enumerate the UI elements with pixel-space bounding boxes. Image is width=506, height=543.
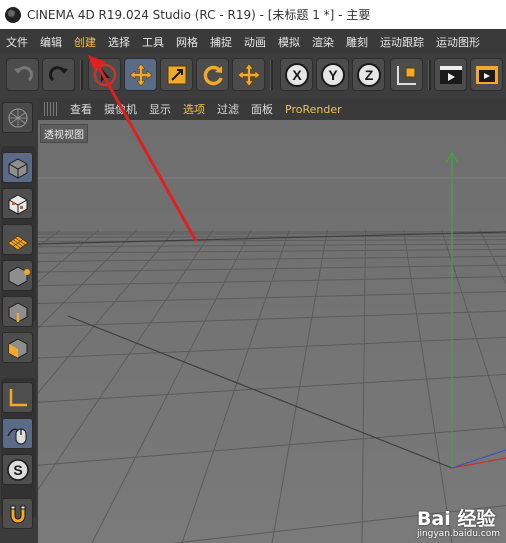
render-view-icon	[439, 65, 462, 84]
viewport-grid	[38, 120, 506, 543]
snap-button[interactable]: S	[2, 454, 33, 485]
menu-item[interactable]: 雕刻	[340, 34, 374, 50]
cinema4d-logo-icon	[5, 6, 21, 23]
menu-item[interactable]: 文件	[0, 34, 34, 50]
viewport-menu-item[interactable]: 选项	[177, 101, 211, 117]
menu-item[interactable]: 动画	[238, 34, 272, 50]
viewport-menu-item[interactable]: 显示	[143, 101, 177, 117]
redo-icon	[48, 65, 68, 81]
texture-mode-button[interactable]	[2, 188, 33, 219]
live-selection-button[interactable]	[88, 58, 121, 91]
viewport-menu-bar: 查看 摄像机 显示 选项 过滤 面板 ProRender	[38, 98, 506, 120]
redo-button[interactable]	[42, 58, 75, 91]
menu-item[interactable]: 运动图形	[430, 34, 486, 50]
magnet-button[interactable]	[2, 498, 33, 529]
menu-item[interactable]: 捕捉	[204, 34, 238, 50]
scale-tool-button[interactable]	[160, 58, 193, 91]
x-axis-lock-icon: X	[284, 62, 309, 87]
rotate-tool-button[interactable]	[196, 58, 229, 91]
workplane-mode-icon	[6, 234, 29, 251]
svg-text:X: X	[292, 67, 302, 83]
edges-mode-button[interactable]	[2, 296, 33, 327]
axis-mode-icon	[9, 388, 27, 406]
menu-item[interactable]: 创建	[68, 34, 102, 50]
rotate-icon	[203, 65, 223, 85]
left-mode-palette: S	[0, 98, 39, 543]
axis-mode-button[interactable]	[2, 382, 33, 413]
recent-tools-button[interactable]	[232, 58, 265, 91]
viewport-menu-item[interactable]: ProRender	[279, 103, 348, 116]
polygons-mode-button[interactable]	[2, 332, 33, 363]
render-picture-viewer-icon	[475, 65, 498, 84]
viewport-menu-item[interactable]: 面板	[245, 101, 279, 117]
viewport-label: 透视视图	[40, 124, 88, 143]
svg-text:Z: Z	[364, 67, 373, 83]
baidu-watermark: Bai 经验 jingyan.baidu.com	[417, 504, 500, 539]
tweak-mode-icon	[6, 428, 26, 444]
menu-item[interactable]: 工具	[136, 34, 170, 50]
y-axis-lock-button[interactable]: Y	[316, 58, 349, 91]
workplane-mode-button[interactable]	[2, 224, 33, 255]
make-editable-icon	[8, 108, 27, 127]
snap-icon: S	[6, 458, 29, 481]
polygons-mode-icon	[8, 337, 27, 359]
menu-item[interactable]: 渲染	[306, 34, 340, 50]
points-mode-button[interactable]	[2, 260, 33, 291]
z-axis-lock-icon: Z	[356, 62, 381, 87]
window-title: CINEMA 4D R19.024 Studio (RC - R19) - [未…	[27, 8, 371, 22]
watermark-url: jingyan.baidu.com	[416, 529, 500, 539]
watermark-brand: Bai 经验	[416, 508, 496, 530]
undo-button[interactable]	[6, 58, 39, 91]
make-editable-button[interactable]	[2, 102, 33, 133]
render-picture-viewer-button[interactable]	[470, 58, 503, 91]
z-axis-lock-button[interactable]: Z	[352, 58, 385, 91]
menu-item[interactable]: 运动跟踪	[374, 34, 430, 50]
menu-item[interactable]: 网格	[170, 34, 204, 50]
move-icon	[129, 63, 152, 86]
viewport-menu-item[interactable]: 过滤	[211, 101, 245, 117]
tweak-mode-button[interactable]	[2, 418, 33, 449]
toolbar-separator	[80, 60, 83, 90]
render-view-button[interactable]	[434, 58, 467, 91]
svg-text:S: S	[13, 462, 22, 478]
coordinate-system-button[interactable]	[390, 58, 423, 91]
menu-item[interactable]: 选择	[102, 34, 136, 50]
perspective-viewport[interactable]: 透视视图 Bai 经验 jingyan.baidu.com	[38, 120, 506, 543]
x-axis-lock-button[interactable]: X	[280, 58, 313, 91]
viewport-menu-item[interactable]: 摄像机	[98, 101, 143, 117]
title-bar: CINEMA 4D R19.024 Studio (RC - R19) - [未…	[0, 0, 506, 29]
live-selection-icon	[93, 63, 116, 86]
main-menu-bar: 文件 编辑 创建 选择 工具 网格 捕捉 动画 模拟 渲染 雕刻 运动跟踪 运动图形	[0, 29, 506, 54]
menu-item[interactable]: 模拟	[272, 34, 306, 50]
undo-icon	[13, 65, 33, 81]
menu-item[interactable]: 编辑	[34, 34, 68, 50]
toolbar-separator	[428, 60, 431, 90]
svg-text:Y: Y	[328, 67, 338, 83]
toolbar-separator	[270, 60, 273, 90]
panel-grip-icon[interactable]	[44, 102, 58, 116]
y-axis-lock-icon: Y	[320, 62, 345, 87]
scale-icon	[167, 65, 186, 84]
viewport-menu-item[interactable]: 查看	[64, 101, 98, 117]
magnet-icon	[10, 505, 25, 523]
coordinate-system-icon	[396, 65, 416, 85]
points-mode-icon	[8, 265, 30, 287]
texture-mode-icon	[8, 193, 27, 215]
move-tool-button[interactable]	[124, 58, 157, 91]
model-mode-icon	[8, 157, 27, 179]
recent-tools-icon	[237, 63, 260, 86]
edges-mode-icon	[8, 301, 27, 323]
model-mode-button[interactable]	[2, 152, 33, 183]
main-toolbar: X Y Z	[0, 54, 506, 99]
